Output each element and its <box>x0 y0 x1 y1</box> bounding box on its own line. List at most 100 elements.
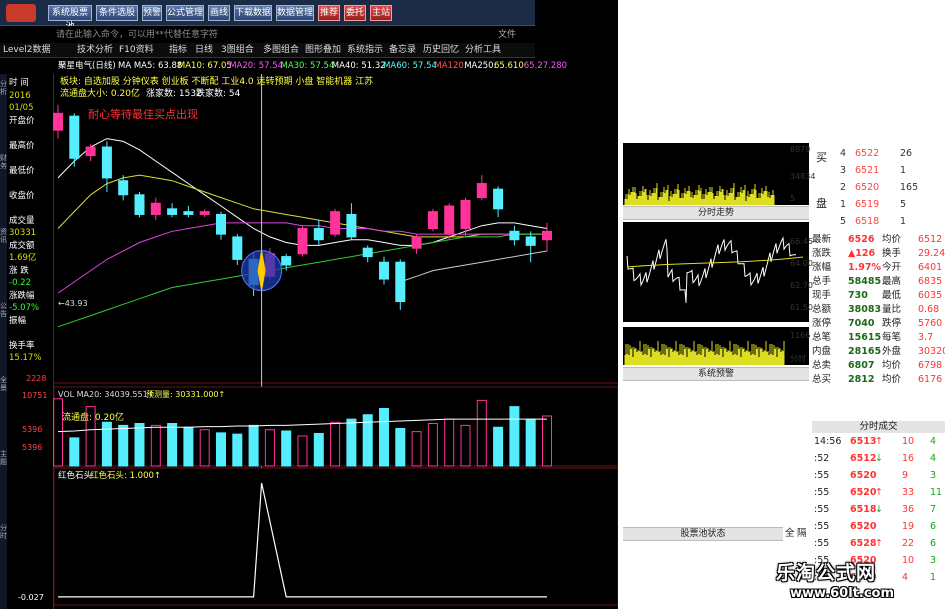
volume-bar-10[interactable] <box>216 432 226 467</box>
ticks-header[interactable]: 分时成交 <box>812 421 945 433</box>
candle-17[interactable] <box>330 208 341 237</box>
stat-val2-1: 29.24% <box>918 248 945 259</box>
mini3-axis-0: 1166 <box>790 331 811 340</box>
book-level-4: 5 <box>840 216 847 227</box>
mini1-axis-2: 5 <box>790 194 796 203</box>
stock-pool-status[interactable]: 股票池状态 <box>623 527 783 541</box>
tick-price-4[interactable]: 6518 <box>850 504 876 516</box>
tick-time-6: :55 <box>814 538 830 549</box>
stat-val-8: 28165 <box>848 346 882 357</box>
intraday-trend-tab[interactable]: 分时走势 <box>623 206 809 220</box>
book-vol-0: 26 <box>900 148 913 159</box>
status-btn-sep[interactable]: 隔 <box>797 528 807 540</box>
stat-key-10: 总买 <box>812 374 832 385</box>
stat-val2-0: 6512 <box>918 234 943 245</box>
stat-key-9: 总卖 <box>812 360 832 371</box>
volume-bar-27[interactable] <box>493 426 504 467</box>
candle-24[interactable] <box>444 203 455 240</box>
book-price-0[interactable]: 6522 <box>855 148 879 160</box>
stat-val-2: 1.97% <box>848 262 881 273</box>
volume-bar-21[interactable] <box>395 428 406 467</box>
stat-val2-7: 3.7 <box>918 332 934 343</box>
stat-val-4: 730 <box>848 290 868 301</box>
tick-count-3: 11 <box>930 487 943 498</box>
tick-arrow-3: ↑ <box>875 487 883 498</box>
status-btn-all[interactable]: 全 <box>785 528 795 540</box>
low-price-label: ←43.93 <box>58 299 88 308</box>
vol-header: VOL MA20: 34039.551↑ <box>58 390 154 399</box>
tick-time-4: :55 <box>814 504 830 515</box>
volume-bar-1[interactable] <box>69 437 80 467</box>
tick-arrow-0: ↑ <box>875 436 883 447</box>
vol-forecast: 预测量: 30331.000↑ <box>146 389 225 399</box>
tick-price-2[interactable]: 6520 <box>850 470 876 482</box>
tick-time-0: 14:56 <box>814 436 842 447</box>
tick-arrow-1: ↓ <box>875 453 883 464</box>
candle-15[interactable] <box>297 225 308 257</box>
kline-chart-area[interactable]: 板块: 自选加股 分钟仪表 创业板 不断配 工业4.0 远转预期 小盘 智能机器… <box>0 0 618 609</box>
stat-key-3: 总手 <box>812 276 832 287</box>
annotation-text: 耐心等待最佳买点出现 <box>88 107 198 121</box>
book-vol-1: 1 <box>900 165 907 176</box>
tick-time-3: :55 <box>814 487 830 498</box>
stat-val2-3: 6835 <box>918 276 943 287</box>
mini2-axis-2: 62.70 <box>790 281 813 290</box>
vol-axis-2: 5396 <box>22 443 42 452</box>
stat-val2-9: 6798 <box>918 360 943 371</box>
mini2-svg <box>626 236 804 303</box>
candle-1[interactable] <box>69 113 80 167</box>
stat-val-3: 58485 <box>848 276 882 287</box>
volume-bar-28[interactable] <box>509 406 520 467</box>
stat-key2-2: 今开 <box>882 262 902 273</box>
tick-price-6[interactable]: 6528 <box>850 538 876 550</box>
stat-key-4: 现手 <box>812 290 832 301</box>
volume-bar-11[interactable] <box>232 433 243 467</box>
volume-bar-7[interactable] <box>167 423 178 467</box>
tick-price-3[interactable]: 6520 <box>850 487 876 499</box>
volume-bar-4[interactable] <box>118 424 129 467</box>
tick-price-0[interactable]: 6513 <box>850 436 876 448</box>
stat-key2-6: 跌停 <box>882 318 902 329</box>
stat-key2-9: 均价 <box>882 360 902 371</box>
stat-val-9: 6807 <box>848 360 875 371</box>
tick-vol-5: 19 <box>902 521 915 532</box>
volume-bar-14[interactable] <box>281 430 292 467</box>
stat-val-1: ▲126 <box>848 248 876 259</box>
book-level-0: 4 <box>840 148 847 159</box>
mini1-axis-0: 8879 <box>790 145 811 154</box>
tick-count-8: 1 <box>930 572 937 583</box>
book-price-3[interactable]: 6519 <box>855 199 879 211</box>
mini3-svg <box>624 341 785 365</box>
stat-val-7: 15615 <box>848 332 882 343</box>
volume-bar-18[interactable] <box>346 418 357 467</box>
volume-bar-29[interactable] <box>525 418 536 467</box>
volume-bar-5[interactable] <box>134 423 145 467</box>
volume-bar-20[interactable] <box>379 408 389 467</box>
stat-val2-5: 0.68 <box>918 304 940 315</box>
stat-val2-10: 6176 <box>918 374 943 385</box>
tick-price-1[interactable]: 6512 <box>850 453 876 465</box>
stat-val2-2: 6401 <box>918 262 943 273</box>
stat-key-2: 涨幅 <box>812 262 832 273</box>
rise-count: 涨家数: 1532 <box>146 87 202 99</box>
stat-key2-8: 外盘 <box>882 346 902 357</box>
volume-bar-8[interactable] <box>183 426 194 467</box>
vol-axis-0: 10751 <box>22 391 47 400</box>
book-price-2[interactable]: 6520 <box>855 182 879 194</box>
system-alert-tab[interactable]: 系统预警 <box>623 367 809 381</box>
stock-terminal-window: 系统股票池条件选股预警公式管理画线下载数据数据管理推荐委托主站 请在此输入命令，… <box>0 0 945 609</box>
book-level-1: 3 <box>840 165 847 176</box>
book-price-1[interactable]: 6521 <box>855 165 879 177</box>
tick-vol-0: 10 <box>902 436 915 447</box>
volume-bar-16[interactable] <box>313 433 324 467</box>
indicator-name: 红色石头 <box>58 470 93 481</box>
tick-vol-6: 22 <box>902 538 915 549</box>
tick-count-0: 4 <box>930 436 937 447</box>
book-price-4[interactable]: 6518 <box>855 216 879 228</box>
candle-5[interactable] <box>134 191 145 218</box>
volume-bar-12[interactable] <box>248 424 259 467</box>
tick-price-5[interactable]: 6520 <box>850 521 876 533</box>
stat-key2-0: 均价 <box>882 234 902 245</box>
candle-23[interactable] <box>427 208 438 232</box>
tick-count-1: 4 <box>930 453 937 464</box>
